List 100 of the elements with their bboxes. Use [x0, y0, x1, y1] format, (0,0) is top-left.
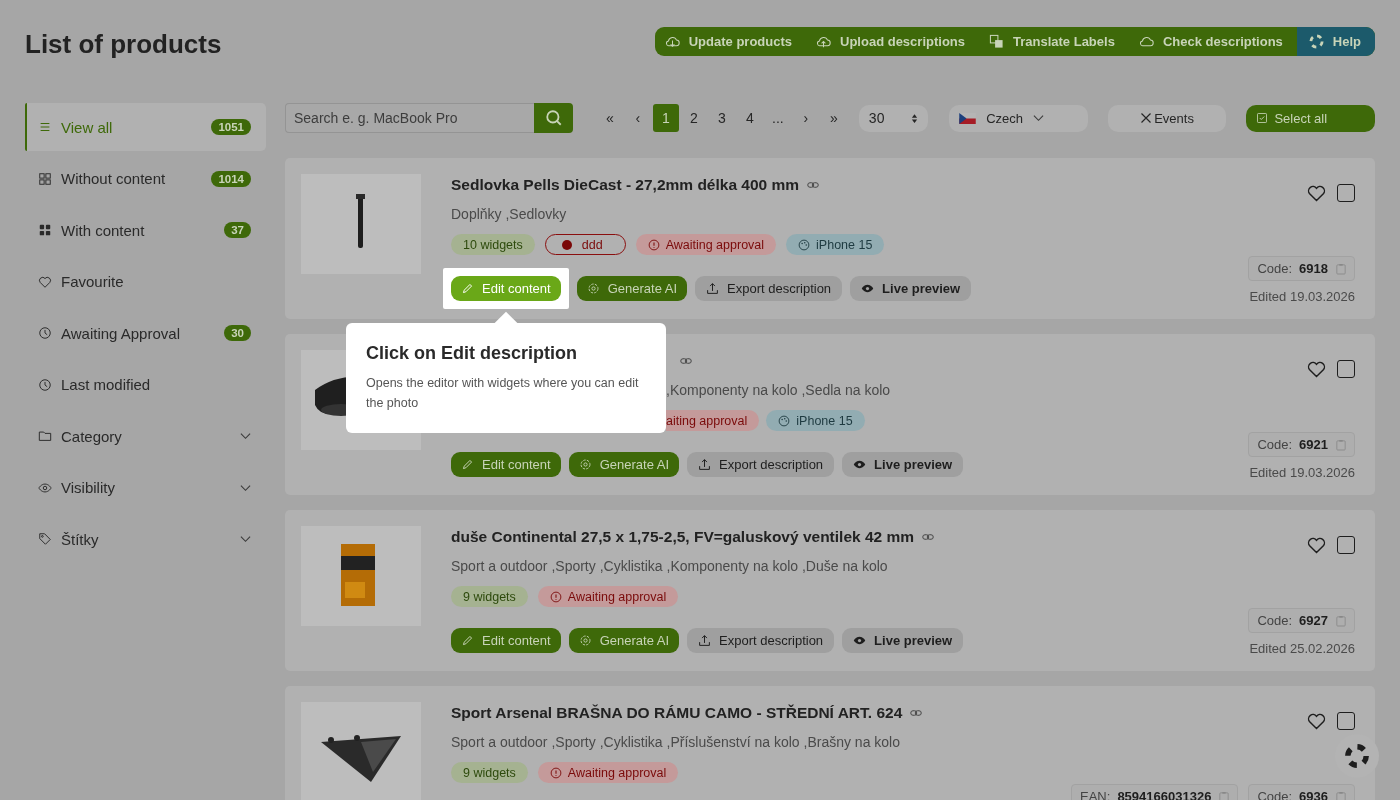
palette-icon: [778, 414, 791, 427]
list-icon: [38, 120, 52, 134]
clipboard-icon[interactable]: [1336, 262, 1346, 275]
product-title[interactable]: Sport Arsenal BRAŠNA DO RÁMU CAMO - STŘEDNÍ ART. 624: [451, 704, 903, 722]
sidebar-item[interactable]: Last modified: [25, 360, 266, 409]
help-button[interactable]: Help: [1296, 26, 1375, 56]
sidebar-item[interactable]: Category: [25, 412, 266, 460]
sidebar-label: Last modified: [61, 376, 152, 393]
info-icon: [549, 590, 562, 603]
sidebar-label: Category: [61, 427, 123, 445]
heart-icon[interactable]: [1307, 712, 1326, 730]
checkbox[interactable]: [1337, 360, 1355, 378]
next-page-button[interactable]: ›: [792, 104, 819, 132]
search-field[interactable]: Search e. g. MacBook Pro: [285, 103, 535, 133]
heart-icon: [38, 274, 52, 289]
sidebar-item[interactable]: Awaiting Approval 30: [25, 309, 266, 357]
first-page-button[interactable]: «: [596, 104, 623, 132]
link-icon[interactable]: [922, 533, 935, 541]
select-all-button[interactable]: Select all: [1246, 104, 1375, 132]
last-page-button[interactable]: »: [820, 104, 847, 132]
checkbox[interactable]: [1337, 536, 1355, 554]
live-preview-button[interactable]: Live preview: [842, 628, 964, 653]
toolbar-button[interactable]: Check descriptions: [1128, 26, 1297, 56]
clipboard-icon[interactable]: [1336, 614, 1346, 627]
pencil-icon: [461, 282, 474, 295]
tooltip-title: Click on Edit description: [366, 343, 579, 364]
lifebuoy-icon: [1308, 33, 1324, 49]
info-icon: [647, 238, 660, 251]
link-icon[interactable]: [807, 181, 820, 189]
generate-ai-button[interactable]: Generate AI: [568, 452, 680, 477]
count-badge: 1014: [211, 170, 251, 187]
pencil-icon: [461, 634, 474, 647]
sidebar-label: Awaiting Approval: [61, 324, 181, 342]
checkbox[interactable]: [1337, 712, 1355, 730]
search-button[interactable]: [534, 103, 573, 133]
upload-icon: [698, 458, 712, 471]
chevron-icon: [1033, 114, 1045, 122]
info-icon: [549, 766, 562, 779]
page-button[interactable]: 3: [708, 104, 735, 132]
checkbox[interactable]: [1337, 184, 1355, 202]
heart-icon[interactable]: [1307, 360, 1326, 378]
palette-icon: [798, 238, 811, 251]
heart-icon[interactable]: [1307, 184, 1326, 202]
export-button[interactable]: Export description: [687, 628, 835, 653]
export-button[interactable]: Export description: [687, 452, 835, 477]
page-button[interactable]: 2: [680, 104, 707, 132]
sidebar-label: View all: [61, 118, 114, 136]
sidebar-item[interactable]: With content 37: [25, 206, 266, 254]
language-select[interactable]: Czech: [949, 104, 1088, 132]
clipboard-icon[interactable]: [1219, 790, 1230, 800]
flower-icon: [586, 282, 600, 295]
folder-icon: [38, 429, 52, 443]
previous-page-button[interactable]: ‹: [624, 104, 651, 132]
sidebar-item[interactable]: Without content 1014: [25, 154, 266, 203]
sidebar-item[interactable]: Favourite: [25, 257, 266, 306]
events-button[interactable]: Events: [1107, 104, 1227, 132]
link-icon[interactable]: [680, 357, 692, 365]
link-icon[interactable]: [910, 709, 923, 717]
clipboard-icon[interactable]: [1336, 438, 1346, 451]
product-title[interactable]: Sedlovka Pells DieCast - 27,2mm délka 400 mm: [451, 176, 800, 194]
sort-icon: [911, 112, 919, 124]
page-title: List of products: [25, 28, 222, 60]
lifebuoy-icon: [1344, 743, 1370, 769]
tag: 10 widgets: [451, 234, 535, 255]
live-preview-button[interactable]: Live preview: [842, 452, 964, 477]
edited-date: Edited 19.03.2026: [1249, 465, 1355, 480]
clipboard-icon[interactable]: [1336, 790, 1346, 800]
export-button[interactable]: Export description: [695, 276, 843, 301]
translate-icon: [989, 33, 1004, 49]
per-page-select[interactable]: 30: [858, 104, 929, 132]
tag: iPhone 15: [766, 410, 865, 431]
dot-icon: [561, 239, 572, 250]
page-button[interactable]: 1: [652, 104, 679, 132]
toolbar-button[interactable]: Update products: [654, 26, 807, 56]
code-chip: Code: 6927: [1248, 608, 1355, 633]
category-path: Sport a outdoor ,Sporty ,Cyklistika ,Komponenty na kolo ,Duše na kolo: [451, 558, 889, 576]
sidebar-item[interactable]: Štítky: [25, 515, 266, 563]
sidebar-item[interactable]: View all 1051: [25, 103, 266, 151]
grid-empty-icon: [38, 171, 52, 186]
toolbar-button[interactable]: Translate Labels: [979, 26, 1129, 56]
category-path: ,Komponenty na kolo ,Sedla na kolo: [666, 382, 891, 400]
pencil-icon: [461, 458, 474, 471]
tag: 9 widgets: [451, 586, 528, 607]
toolbar-button[interactable]: Upload descriptions: [806, 26, 979, 56]
sidebar-item[interactable]: Visibility: [25, 463, 266, 512]
count-badge: 37: [224, 222, 251, 238]
product-title[interactable]: duše Continental 27,5 x 1,75-2,5, FV=galuskový ventilek 42 mm: [451, 528, 915, 546]
generate-ai-button[interactable]: Generate AI: [568, 628, 680, 653]
sidebar-label: Visibility: [61, 479, 116, 496]
grid-full-icon: [38, 223, 52, 237]
code-chip: Code: 6921: [1248, 432, 1355, 457]
clock-icon: [38, 326, 52, 340]
heart-icon[interactable]: [1307, 536, 1326, 554]
live-preview-button[interactable]: Live preview: [850, 276, 972, 301]
edit-content-button[interactable]: Edit content: [451, 628, 561, 653]
page-button[interactable]: 4: [736, 104, 763, 132]
page-ellipsis: ...: [771, 109, 785, 128]
generate-ai-button[interactable]: Generate AI: [576, 276, 688, 301]
flower-icon: [578, 634, 592, 647]
edit-content-button[interactable]: Edit content: [451, 452, 561, 477]
